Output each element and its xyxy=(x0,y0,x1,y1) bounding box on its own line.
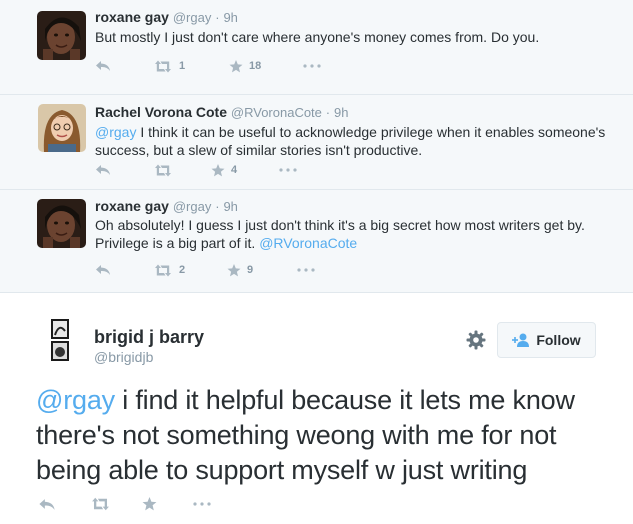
reply-button[interactable] xyxy=(95,164,153,176)
more-button[interactable] xyxy=(303,64,321,68)
retweet-icon xyxy=(153,164,173,177)
reply-icon xyxy=(38,498,56,511)
reply-button[interactable] xyxy=(95,60,153,72)
favorite-count: 4 xyxy=(231,164,238,176)
reply-tweet-2[interactable]: Rachel Vorona Cote @RVoronaCote · 9h @rg… xyxy=(0,95,633,190)
reply-icon xyxy=(95,264,111,276)
retweet-button[interactable]: 1 xyxy=(153,60,229,73)
avatar[interactable] xyxy=(37,317,83,363)
mention-link[interactable]: @rgay xyxy=(95,124,136,140)
more-icon xyxy=(192,502,212,506)
tweet-body: I think it can be useful to acknowledge … xyxy=(95,124,606,158)
retweet-count: 1 xyxy=(179,60,186,72)
gear-icon xyxy=(466,330,486,354)
author-handle[interactable]: @rgay xyxy=(173,10,212,25)
more-button[interactable] xyxy=(192,502,212,506)
star-icon xyxy=(142,497,157,511)
mention-link[interactable]: @rgay xyxy=(36,385,115,415)
follow-button[interactable]: Follow xyxy=(497,322,596,358)
favorite-count: 9 xyxy=(247,264,254,276)
timestamp[interactable]: 9h xyxy=(223,199,237,214)
star-icon xyxy=(227,263,241,277)
tweet-text: But mostly I just don't care where anyon… xyxy=(95,28,615,46)
main-tweet: brigid j barry @brigidjb Follow @rgay i … xyxy=(0,292,633,524)
tweet-header: roxane gay @rgay · 9h xyxy=(95,197,238,216)
more-icon xyxy=(303,64,321,68)
tweet-text: @rgay i find it helpful because it lets … xyxy=(36,383,616,488)
tweet-header: roxane gay @rgay · 9h xyxy=(95,8,238,27)
timestamp[interactable]: 9h xyxy=(223,10,237,25)
separator-dot: · xyxy=(325,105,331,120)
retweet-button[interactable] xyxy=(153,164,211,177)
tweet-body: But mostly I just don't care where anyon… xyxy=(95,29,540,45)
reply-tweet-3[interactable]: roxane gay @rgay · 9h Oh absolutely! I g… xyxy=(0,190,633,292)
favorite-count: 18 xyxy=(249,60,262,72)
tweet-text: Oh absolutely! I guess I just don't thin… xyxy=(95,216,605,252)
author-handle[interactable]: @rgay xyxy=(173,199,212,214)
avatar[interactable] xyxy=(38,104,86,152)
star-icon xyxy=(211,163,225,177)
more-icon xyxy=(279,168,297,172)
favorite-button[interactable]: 9 xyxy=(227,263,297,277)
separator-dot: · xyxy=(215,199,220,214)
retweet-icon xyxy=(153,60,173,73)
more-icon xyxy=(297,268,315,272)
retweet-button[interactable]: 2 xyxy=(153,264,227,277)
tweet-header: Rachel Vorona Cote @RVoronaCote · 9h xyxy=(95,103,349,122)
author-name[interactable]: roxane gay xyxy=(95,198,169,214)
tweet-actions xyxy=(38,497,212,511)
follow-icon xyxy=(512,333,530,347)
tweet-actions: 2 9 xyxy=(95,261,315,279)
retweet-button[interactable] xyxy=(90,497,142,511)
tweet-body: i find it helpful because it lets me kno… xyxy=(36,385,575,485)
retweet-count: 2 xyxy=(179,264,186,276)
retweet-icon xyxy=(153,264,173,277)
star-icon xyxy=(229,59,243,73)
reply-icon xyxy=(95,164,111,176)
avatar[interactable] xyxy=(37,199,86,248)
tweet-actions: 4 xyxy=(95,161,297,179)
author-name[interactable]: brigid j barry xyxy=(94,327,204,348)
favorite-button[interactable]: 18 xyxy=(229,59,303,73)
author-handle[interactable]: @RVoronaCote xyxy=(231,105,322,120)
reply-button[interactable] xyxy=(95,264,153,276)
avatar[interactable] xyxy=(37,11,86,60)
more-button[interactable] xyxy=(297,268,315,272)
reply-tweet-1[interactable]: roxane gay @rgay · 9h But mostly I just … xyxy=(0,0,633,95)
follow-label: Follow xyxy=(536,332,581,348)
author-handle[interactable]: @brigidjb xyxy=(94,349,153,365)
gear-button[interactable] xyxy=(466,330,486,350)
mention-link[interactable]: @RVoronaCote xyxy=(259,235,357,251)
separator-dot: · xyxy=(215,10,220,25)
tweet-text: @rgay I think it can be useful to acknow… xyxy=(95,123,615,159)
reply-icon xyxy=(95,60,111,72)
author-name[interactable]: Rachel Vorona Cote xyxy=(95,104,227,120)
favorite-button[interactable]: 4 xyxy=(211,163,279,177)
more-button[interactable] xyxy=(279,168,297,172)
tweet-actions: 1 18 xyxy=(95,57,321,75)
favorite-button[interactable] xyxy=(142,497,192,511)
timestamp[interactable]: 9h xyxy=(334,105,348,120)
reply-button[interactable] xyxy=(38,498,90,511)
retweet-icon xyxy=(90,497,111,511)
author-name[interactable]: roxane gay xyxy=(95,9,169,25)
